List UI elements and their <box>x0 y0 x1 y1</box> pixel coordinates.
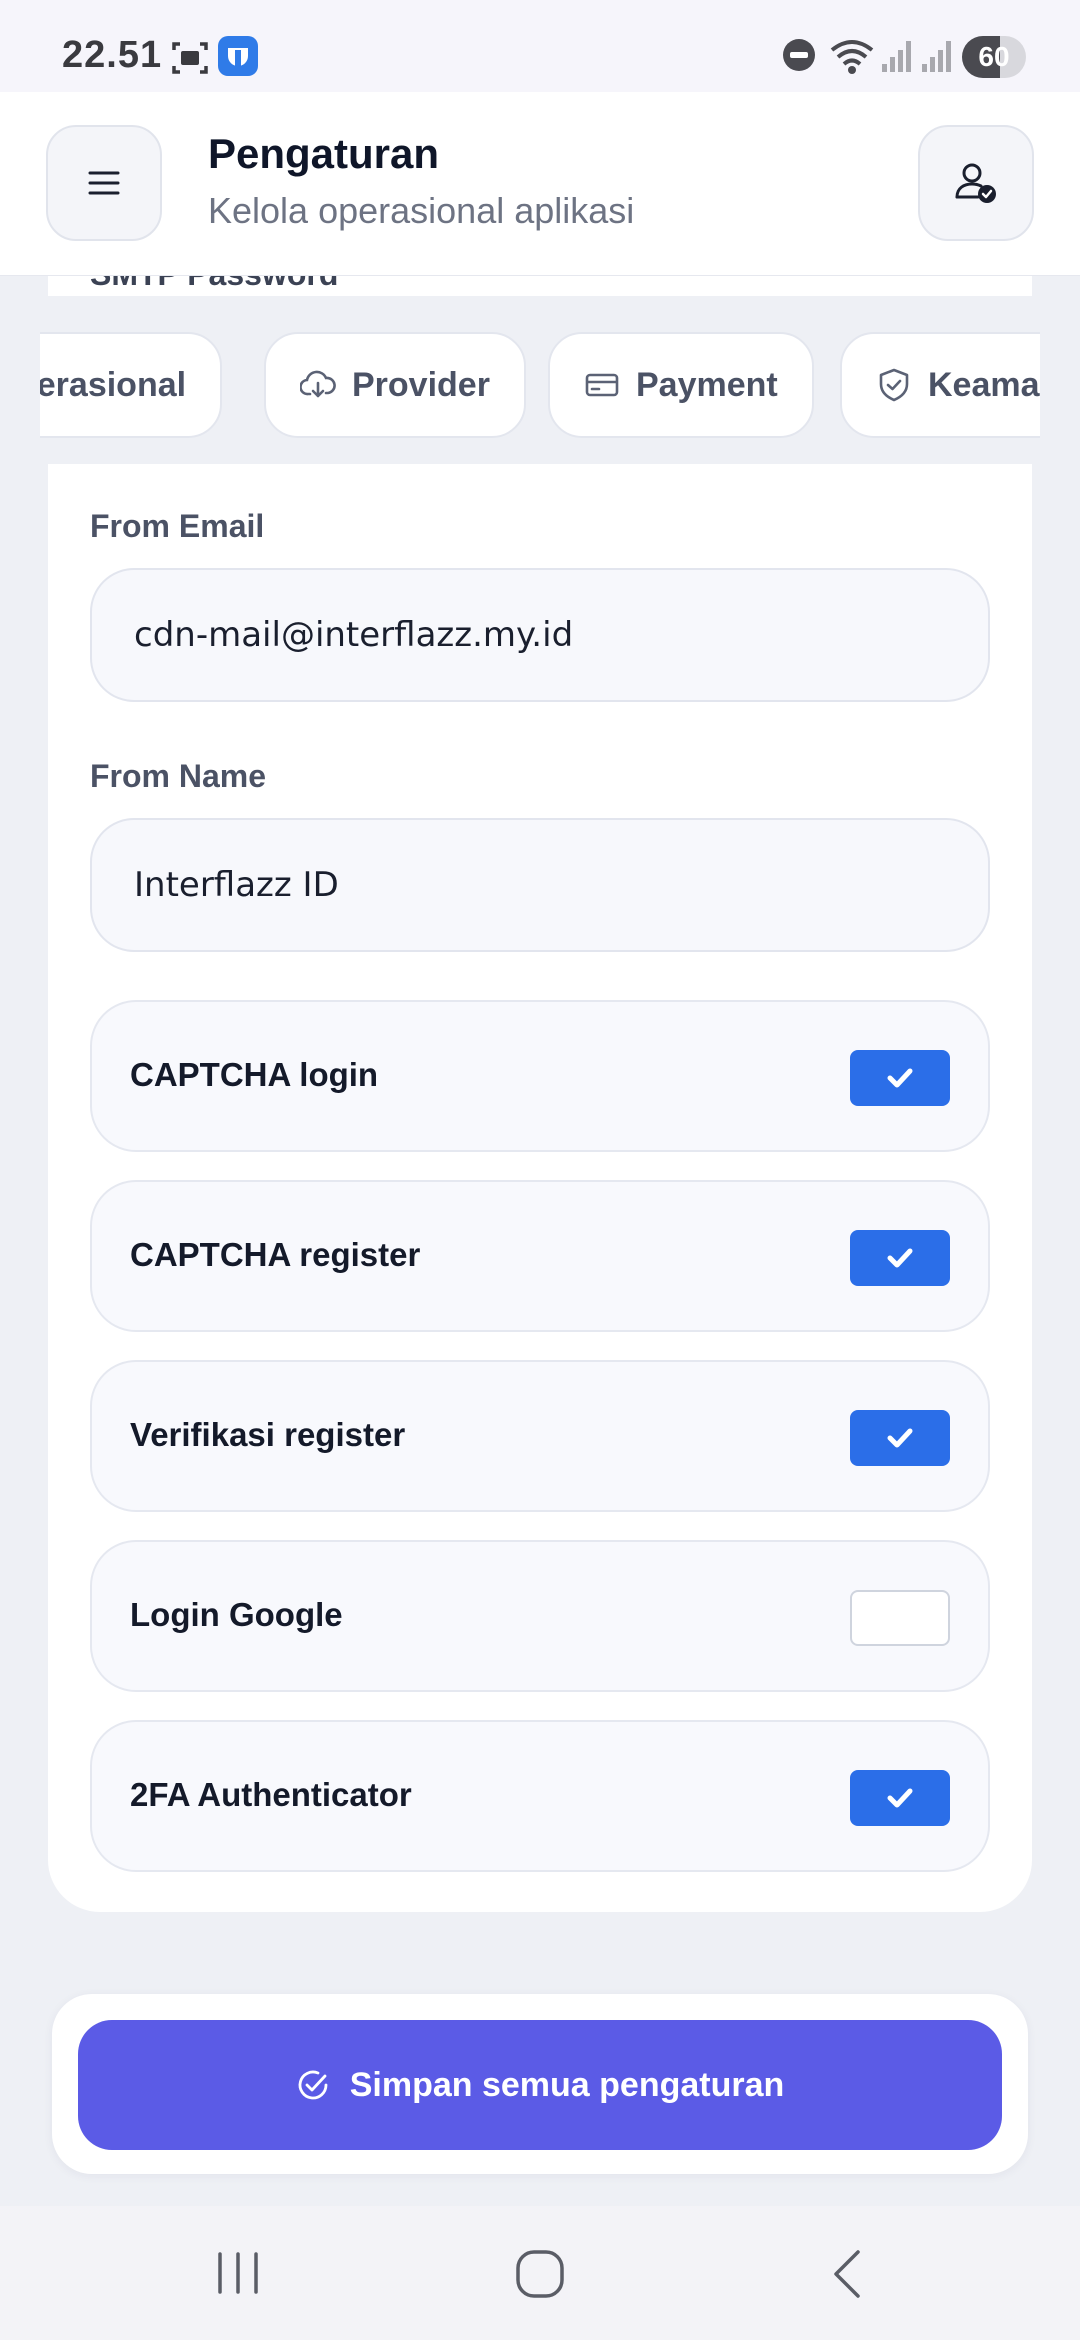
checkmark-icon <box>887 1788 913 1808</box>
captcha-login-row[interactable]: CAPTCHA login <box>90 1000 990 1152</box>
tab-label: Keama <box>928 365 1040 404</box>
hamburger-menu-icon <box>88 171 120 195</box>
tab-keamanan[interactable]: Keama <box>840 332 1040 438</box>
status-time: 22.51 <box>62 34 163 76</box>
from-email-field[interactable] <box>90 568 990 702</box>
verifikasi-register-checkbox[interactable] <box>850 1410 950 1466</box>
captcha-register-checkbox[interactable] <box>850 1230 950 1286</box>
screenshot-icon <box>172 42 208 74</box>
2fa-authenticator-row[interactable]: 2FA Authenticator <box>90 1720 990 1872</box>
user-check-icon <box>955 163 996 203</box>
captcha-login-checkbox[interactable] <box>850 1050 950 1106</box>
status-bar: 22.51 60 <box>0 0 1080 92</box>
check-circle-icon <box>298 2070 328 2100</box>
captcha-register-label: CAPTCHA register <box>130 1236 421 1273</box>
tab-provider[interactable]: Provider <box>264 332 526 438</box>
login-google-row[interactable]: Login Google <box>90 1540 990 1692</box>
signal-icon-2 <box>922 41 951 72</box>
login-google-label: Login Google <box>130 1596 343 1633</box>
page-title: Pengaturan <box>208 130 440 177</box>
tab-label: Payment <box>636 365 778 404</box>
captcha-login-label: CAPTCHA login <box>130 1056 379 1093</box>
verifikasi-register-row[interactable]: Verifikasi register <box>90 1360 990 1512</box>
credit-card-icon <box>585 373 619 397</box>
tab-payment[interactable]: Payment <box>548 332 814 438</box>
battery-indicator: 60 <box>962 36 1026 78</box>
shield-check-icon <box>879 368 909 402</box>
home-icon[interactable] <box>514 2248 566 2300</box>
profile-button[interactable] <box>918 125 1034 241</box>
checkmark-icon <box>887 1248 913 1268</box>
tab-label: perasional <box>40 365 187 404</box>
2fa-authenticator-label: 2FA Authenticator <box>130 1776 412 1813</box>
from-name-field[interactable] <box>90 818 990 952</box>
save-bar: Simpan semua pengaturan <box>52 1994 1028 2174</box>
tab-operasional[interactable]: perasional <box>40 332 223 438</box>
checkmark-icon <box>887 1428 913 1448</box>
battery-level: 60 <box>978 41 1010 72</box>
app-notification-icon <box>218 36 258 76</box>
signal-icon-1 <box>882 41 911 72</box>
settings-tabs[interactable]: perasional Provider Payment Keama <box>40 296 1040 464</box>
app-header: Pengaturan Kelola operasional aplikasi <box>0 92 1080 276</box>
wifi-icon <box>830 40 874 74</box>
tab-label: Provider <box>352 365 490 404</box>
cloud-download-icon <box>300 370 336 398</box>
from-email-label: From Email <box>90 508 265 544</box>
save-all-label: Simpan semua pengaturan <box>349 2065 785 2104</box>
system-nav-bar <box>0 2206 1080 2340</box>
verifikasi-register-label: Verifikasi register <box>130 1416 406 1453</box>
recent-apps-icon[interactable] <box>214 2248 262 2298</box>
2fa-authenticator-checkbox[interactable] <box>850 1770 950 1826</box>
do-not-disturb-icon <box>783 39 815 71</box>
save-all-button[interactable]: Simpan semua pengaturan <box>78 2020 1002 2150</box>
menu-button[interactable] <box>46 125 162 241</box>
back-icon[interactable] <box>826 2248 866 2300</box>
page-subtitle: Kelola operasional aplikasi <box>208 190 635 231</box>
captcha-register-row[interactable]: CAPTCHA register <box>90 1180 990 1332</box>
from-name-label: From Name <box>90 758 267 794</box>
checkmark-icon <box>887 1068 913 1088</box>
login-google-checkbox[interactable] <box>850 1590 950 1646</box>
